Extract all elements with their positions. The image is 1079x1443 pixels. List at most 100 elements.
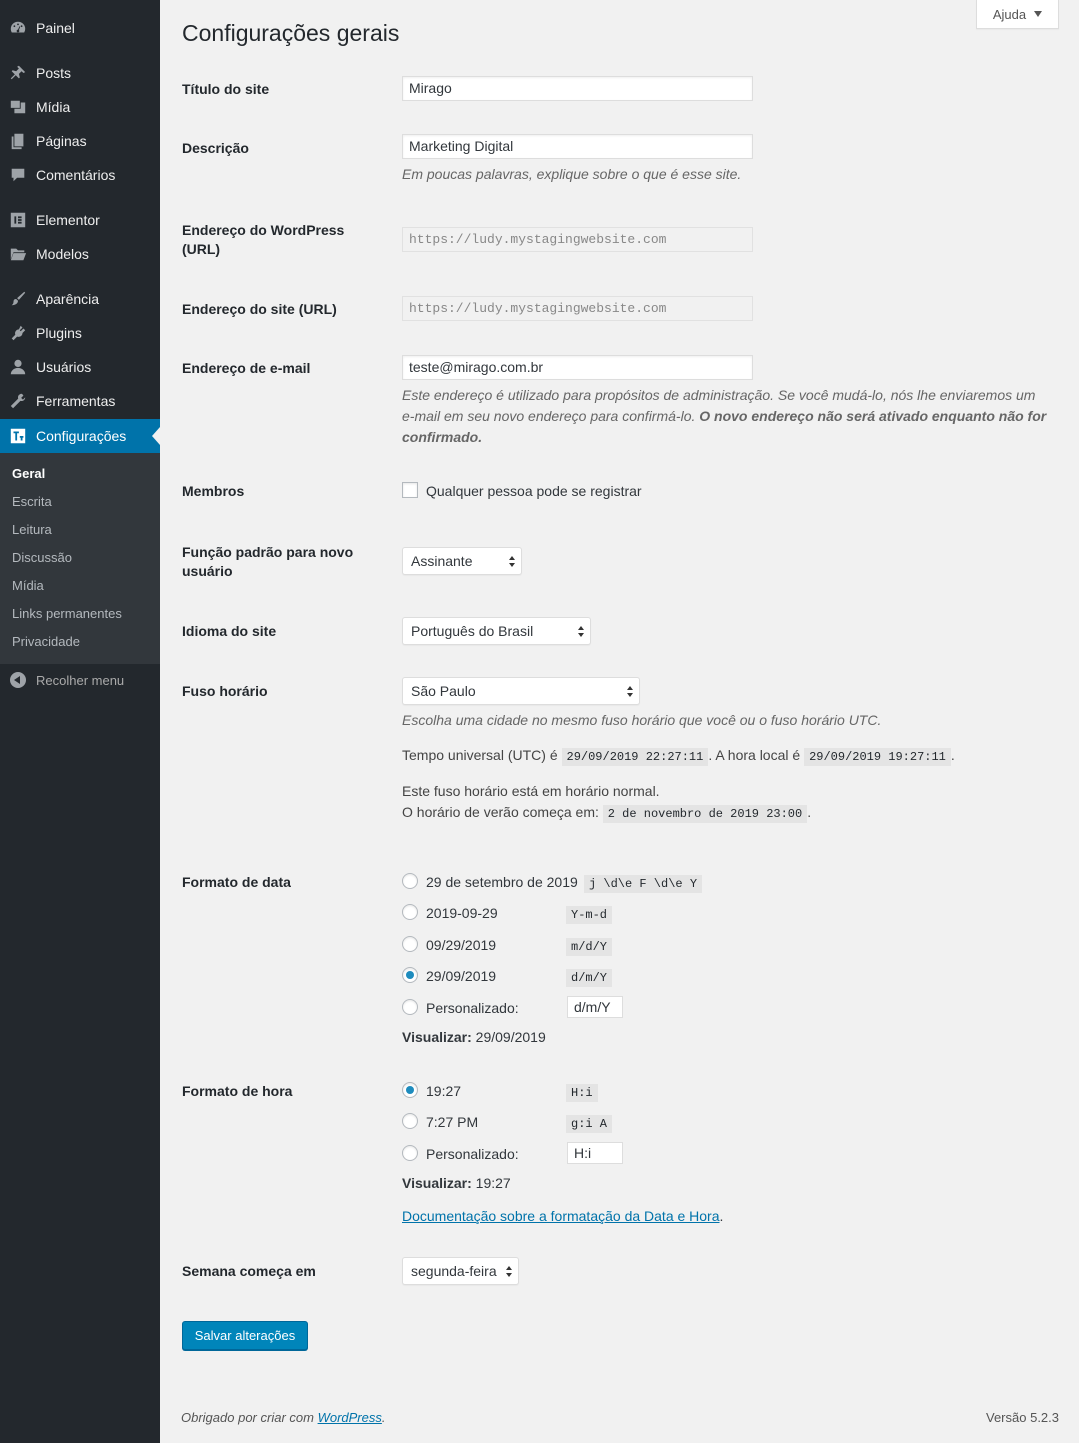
default-role-value: Assinante [411,553,473,569]
format-code: m/d/Y [566,938,613,956]
utc-prefix: Tempo universal (UTC) é [402,747,558,763]
date-format-preview: Visualizar: 29/09/2019 [402,1029,546,1045]
date-format-radio-4[interactable] [402,967,418,983]
settings-submenu: Geral Escrita Leitura Discussão Mídia Li… [0,453,160,664]
timezone-utc-line: Tempo universal (UTC) é 29/09/2019 22:27… [402,745,955,768]
date-preview-label: Visualizar: [402,1029,472,1045]
wordpress-link[interactable]: WordPress [318,1410,382,1425]
menu-item-dashboard[interactable]: Painel [0,11,160,45]
timezone-description: Escolha uma cidade no mesmo fuso horário… [402,712,882,728]
brush-icon [8,289,28,309]
collapse-menu-button[interactable]: Recolher menu [0,668,160,692]
timezone-value: São Paulo [411,683,476,699]
default-role-label: Função padrão para novo usuário [182,544,354,579]
menu-item-comments[interactable]: Comentários [0,158,160,192]
membership-checkbox-label[interactable]: Qualquer pessoa pode se registrar [426,482,642,500]
site-title-label: Título do site [182,81,270,97]
menu-item-media[interactable]: Mídia [0,90,160,124]
dashboard-icon [8,18,28,38]
tagline-input[interactable]: Marketing Digital [402,134,753,159]
menu-item-elementor[interactable]: Elementor [0,203,160,237]
time-format-option-2-code: g:i A [566,1113,613,1133]
menu-label: Painel [36,20,75,36]
date-time-doc-link[interactable]: Documentação sobre a formatação da Data … [402,1208,720,1224]
date-format-radio-2[interactable] [402,904,418,920]
time-format-custom-input[interactable]: H:i [567,1142,623,1164]
date-format-radio-custom[interactable] [402,999,418,1015]
date-format-option-4-label[interactable]: 29/09/2019 [426,967,496,985]
page-title: Configurações gerais [182,20,400,46]
footer-version: Versão 5.2.3 [986,1410,1059,1425]
date-format-option-2-label[interactable]: 2019-09-29 [426,904,498,922]
help-tab-label: Ajuda [992,6,1027,22]
menu-item-tools[interactable]: Ferramentas [0,384,160,418]
email-description: Este endereço é utilizado para propósito… [402,385,1047,448]
save-changes-button[interactable]: Salvar alterações [182,1321,308,1350]
wordpress-url-input[interactable]: https://ludy.mystagingwebsite.com [402,227,753,252]
menu-item-templates[interactable]: Modelos [0,237,160,271]
site-title-input[interactable]: Mirago [402,76,753,101]
date-format-option-2-code: Y-m-d [566,904,613,924]
date-format-radio-1[interactable] [402,873,418,889]
menu-item-posts[interactable]: Posts [0,56,160,90]
time-preview-value: 19:27 [475,1175,511,1191]
date-format-radio-3[interactable] [402,936,418,952]
submenu-item-privacy[interactable]: Privacidade [12,633,80,651]
date-format-option-1-code: j \d\e F \d\e Y [584,873,703,893]
collapse-menu-label: Recolher menu [36,672,125,688]
select-arrows-icon [506,1266,513,1277]
week-start-select[interactable]: segunda-feira [402,1257,519,1285]
site-url-input[interactable]: https://ludy.mystagingwebsite.com [402,296,753,321]
submenu-item-media[interactable]: Mídia [12,577,44,595]
tagline-label: Descrição [182,140,249,156]
local-prefix: . A hora local é [708,747,801,763]
menu-label: Posts [36,65,72,81]
menu-label: Plugins [36,325,82,341]
submenu-item-writing[interactable]: Escrita [12,493,52,511]
elementor-icon [8,210,28,230]
timezone-select[interactable]: São Paulo [402,677,640,705]
submenu-item-permalinks[interactable]: Links permanentes [12,605,122,623]
date-format-option-1-label[interactable]: 29 de setembro de 2019 [426,873,578,891]
timezone-label: Fuso horário [182,683,268,699]
format-code: d/m/Y [566,969,613,987]
menu-label: Elementor [36,212,100,228]
time-format-option-2-label[interactable]: 7:27 PM [426,1113,478,1131]
menu-label: Aparência [36,291,100,307]
week-start-value: segunda-feira [411,1263,497,1279]
menu-label: Mídia [36,99,71,115]
menu-item-appearance[interactable]: Aparência [0,282,160,316]
date-format-custom-input[interactable]: d/m/Y [567,996,623,1018]
time-format-radio-custom[interactable] [402,1145,418,1161]
menu-item-settings[interactable]: Configurações [0,419,160,453]
help-tab-button[interactable]: Ajuda [976,0,1059,29]
date-format-option-3-code: m/d/Y [566,936,613,956]
time-format-radio-1[interactable] [402,1082,418,1098]
menu-item-plugins[interactable]: Plugins [0,316,160,350]
caret-down-icon [1034,11,1043,17]
date-format-custom-label[interactable]: Personalizado: [426,999,519,1017]
pin-icon [8,63,28,83]
default-role-select[interactable]: Assinante [402,547,522,575]
select-arrows-icon [578,626,585,637]
time-format-option-1-code: H:i [566,1082,598,1102]
email-label: Endereço de e-mail [182,360,311,376]
time-format-custom-label[interactable]: Personalizado: [426,1145,519,1163]
submenu-item-reading[interactable]: Leitura [12,521,52,539]
time-format-radio-2[interactable] [402,1113,418,1129]
format-code: Y-m-d [566,906,613,924]
time-format-option-1-label[interactable]: 19:27 [426,1082,461,1100]
date-format-option-3-label[interactable]: 09/29/2019 [426,936,496,954]
menu-item-users[interactable]: Usuários [0,350,160,384]
menu-label: Usuários [36,359,92,375]
date-format-option-4-code: d/m/Y [566,967,613,987]
submenu-item-discussion[interactable]: Discussão [12,549,72,567]
membership-checkbox[interactable] [402,482,418,498]
menu-item-pages[interactable]: Páginas [0,124,160,158]
week-start-label: Semana começa em [182,1263,316,1279]
site-language-select[interactable]: Português do Brasil [402,617,591,645]
submenu-item-general[interactable]: Geral [12,465,45,483]
email-input[interactable]: teste@mirago.com.br [402,355,753,380]
menu-label: Configurações [36,428,127,444]
doc-link-period: . [719,1208,724,1224]
